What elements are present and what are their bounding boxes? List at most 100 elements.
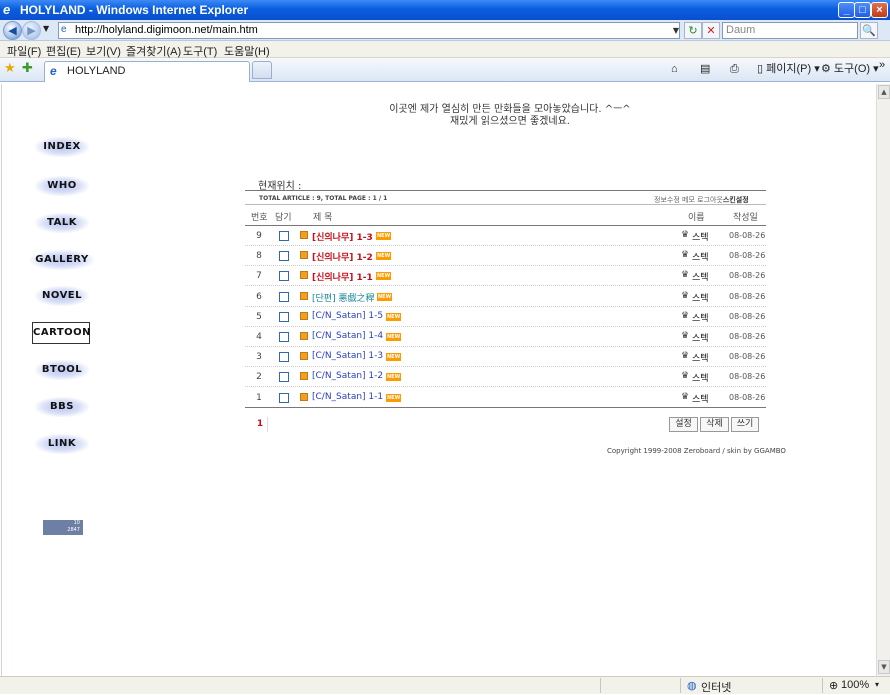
row-checkbox[interactable] <box>279 251 289 262</box>
favorites-star-icon[interactable]: ★ <box>4 61 16 77</box>
sidebar-item-bbs[interactable]: BBS <box>35 397 89 417</box>
row-author[interactable]: 스텍 <box>692 250 709 263</box>
row-checkbox[interactable] <box>279 311 289 322</box>
menu-edit[interactable]: 편집(E) <box>46 43 81 59</box>
row-checkbox[interactable] <box>279 392 289 403</box>
row-checkbox[interactable] <box>279 372 289 383</box>
vertical-scrollbar[interactable]: ▲ ▼ <box>876 84 890 676</box>
sidebar-item-novel[interactable]: NOVEL <box>35 286 89 306</box>
new-badge: NEW <box>376 252 392 261</box>
search-button[interactable]: 🔍 <box>860 22 878 39</box>
file-icon <box>300 311 308 320</box>
row-number: 7 <box>256 271 262 282</box>
sidebar-item-talk[interactable]: TALK <box>35 213 89 233</box>
row-checkbox[interactable] <box>279 291 289 302</box>
zoom-dropdown-icon[interactable]: ▾ <box>875 680 879 689</box>
add-favorite-icon[interactable]: ✚ <box>22 61 33 77</box>
row-author[interactable]: 스텍 <box>692 311 709 324</box>
row-author[interactable]: 스텍 <box>692 270 709 283</box>
row-author[interactable]: 스텍 <box>692 331 709 344</box>
sidebar-item-btool[interactable]: BTOOL <box>35 360 89 380</box>
address-input[interactable]: e http://holyland.digimoon.net/main.htm <box>58 22 680 39</box>
zoom-control[interactable]: ⊕ 100% ▾ <box>822 678 886 693</box>
scroll-up-icon[interactable]: ▲ <box>878 85 890 99</box>
row-subject-link[interactable]: [C/N_Satan] 1-5 <box>312 311 383 321</box>
row-checkbox[interactable] <box>279 271 289 282</box>
new-tab-button[interactable] <box>252 61 272 79</box>
history-dropdown-icon[interactable]: ▼ <box>43 24 49 33</box>
menu-bar: 파일(F) 편집(E) 보기(V) 즐겨찾기(A) 도구(T) 도움말(H) <box>0 41 890 58</box>
print-icon[interactable]: ⎙ <box>730 62 739 76</box>
scroll-down-icon[interactable]: ▼ <box>878 660 890 674</box>
title-bar: e HOLYLAND - Windows Internet Explorer _… <box>0 0 890 20</box>
row-author[interactable]: 스텍 <box>692 392 709 405</box>
copyright: Copyright 1999-2008 Zeroboard / skin by … <box>607 447 786 455</box>
row-subject-link[interactable]: [C/N_Satan] 1-4 <box>312 331 383 341</box>
back-button[interactable]: ◀ <box>3 21 22 40</box>
search-input[interactable]: Daum <box>722 22 858 39</box>
refresh-button[interactable]: ↻ <box>684 22 702 39</box>
settings-button[interactable]: 설정 <box>669 417 698 432</box>
sidebar-item-gallery[interactable]: GALLERY <box>30 250 94 270</box>
sidebar-item-index[interactable]: INDEX <box>35 137 89 157</box>
table-row: 3 [C/N_Satan] 1-3 ♛ 스텍 08-08-26 NEW <box>245 347 766 368</box>
sidebar-item-cartoon[interactable]: CARTOON <box>32 322 91 344</box>
menu-favorites[interactable]: 즐겨찾기(A) <box>126 43 181 59</box>
header-no: 번호 <box>251 213 268 223</box>
memo-link[interactable]: 메모 <box>682 196 695 204</box>
status-bar: ◍ 인터넷 ⊕ 100% ▾ <box>0 676 890 694</box>
status-segment <box>600 678 680 693</box>
feeds-icon[interactable]: ▤ <box>700 62 710 76</box>
row-subject-link[interactable]: [C/N_Satan] 1-2 <box>312 371 383 381</box>
more-commands-icon[interactable]: » <box>879 58 885 72</box>
skin-settings-link[interactable]: 스킨설정 <box>723 196 749 204</box>
crown-icon: ♛ <box>681 371 690 382</box>
row-subject-link[interactable]: [C/N_Satan] 1-1 <box>312 392 383 402</box>
row-number: 4 <box>256 332 262 342</box>
new-badge: NEW <box>377 292 393 301</box>
page-number[interactable]: 1 <box>253 417 268 432</box>
ie-logo-icon: e <box>3 2 11 17</box>
row-subject-link[interactable]: [신의나무] 1-2 <box>312 250 373 263</box>
row-subject-link[interactable]: [C/N_Satan] 1-3 <box>312 351 383 361</box>
row-checkbox[interactable] <box>279 231 289 241</box>
row-subject-link[interactable]: [신의나무] 1-1 <box>312 270 373 283</box>
close-button[interactable]: × <box>871 2 888 18</box>
delete-button[interactable]: 삭제 <box>700 417 729 432</box>
write-button[interactable]: 쓰기 <box>731 417 759 432</box>
file-icon <box>300 352 308 361</box>
edit-info-link[interactable]: 정보수정 <box>654 196 680 204</box>
row-author[interactable]: 스텍 <box>692 291 709 304</box>
sidebar-item-link[interactable]: LINK <box>35 434 89 454</box>
table-row: 7 [신의나무] 1-1 ♛ 스텍 08-08-26 NEW <box>245 266 766 287</box>
table-row: 9 [신의나무] 1-3 ♛ 스텍 08-08-26 NEW <box>245 226 766 246</box>
header-check: 담기 <box>275 213 292 223</box>
tab-holyland[interactable]: e HOLYLAND <box>44 61 250 82</box>
page-menu[interactable]: ▯ 페이지(P) ▾ <box>757 62 820 76</box>
tools-menu[interactable]: ⚙ 도구(O) ▾ <box>821 62 879 76</box>
stop-button[interactable]: ✕ <box>702 22 720 39</box>
forward-button[interactable]: ▶ <box>22 21 41 40</box>
row-checkbox[interactable] <box>279 332 289 342</box>
sidebar-item-who[interactable]: WHO <box>35 176 89 196</box>
row-subject-link[interactable]: [단편] 悪戯之稈 <box>312 291 374 304</box>
home-icon[interactable]: ⌂ <box>671 62 678 76</box>
row-date: 08-08-26 <box>729 332 766 341</box>
row-number: 8 <box>256 251 262 262</box>
row-author[interactable]: 스텍 <box>692 371 709 384</box>
minimize-button[interactable]: _ <box>838 2 855 18</box>
menu-file[interactable]: 파일(F) <box>7 43 41 59</box>
row-checkbox[interactable] <box>279 352 289 363</box>
file-icon <box>300 392 308 401</box>
menu-help[interactable]: 도움말(H) <box>224 43 270 59</box>
tab-bar: ★ ✚ e HOLYLAND ⌂ ▤ ⎙ ▯ 페이지(P) ▾ ⚙ 도구(O) … <box>0 58 890 82</box>
row-author[interactable]: 스텍 <box>692 351 709 364</box>
menu-view[interactable]: 보기(V) <box>86 43 121 59</box>
menu-tools[interactable]: 도구(T) <box>183 43 217 59</box>
maximize-button[interactable]: □ <box>854 2 871 18</box>
visitor-counter: 10 2847 <box>43 520 83 535</box>
row-author[interactable]: 스텍 <box>692 230 709 243</box>
logout-link[interactable]: 로그아웃 <box>697 196 723 204</box>
row-subject-link[interactable]: [신의나무] 1-3 <box>312 230 373 243</box>
address-dropdown-icon[interactable]: ▼ <box>670 23 682 38</box>
